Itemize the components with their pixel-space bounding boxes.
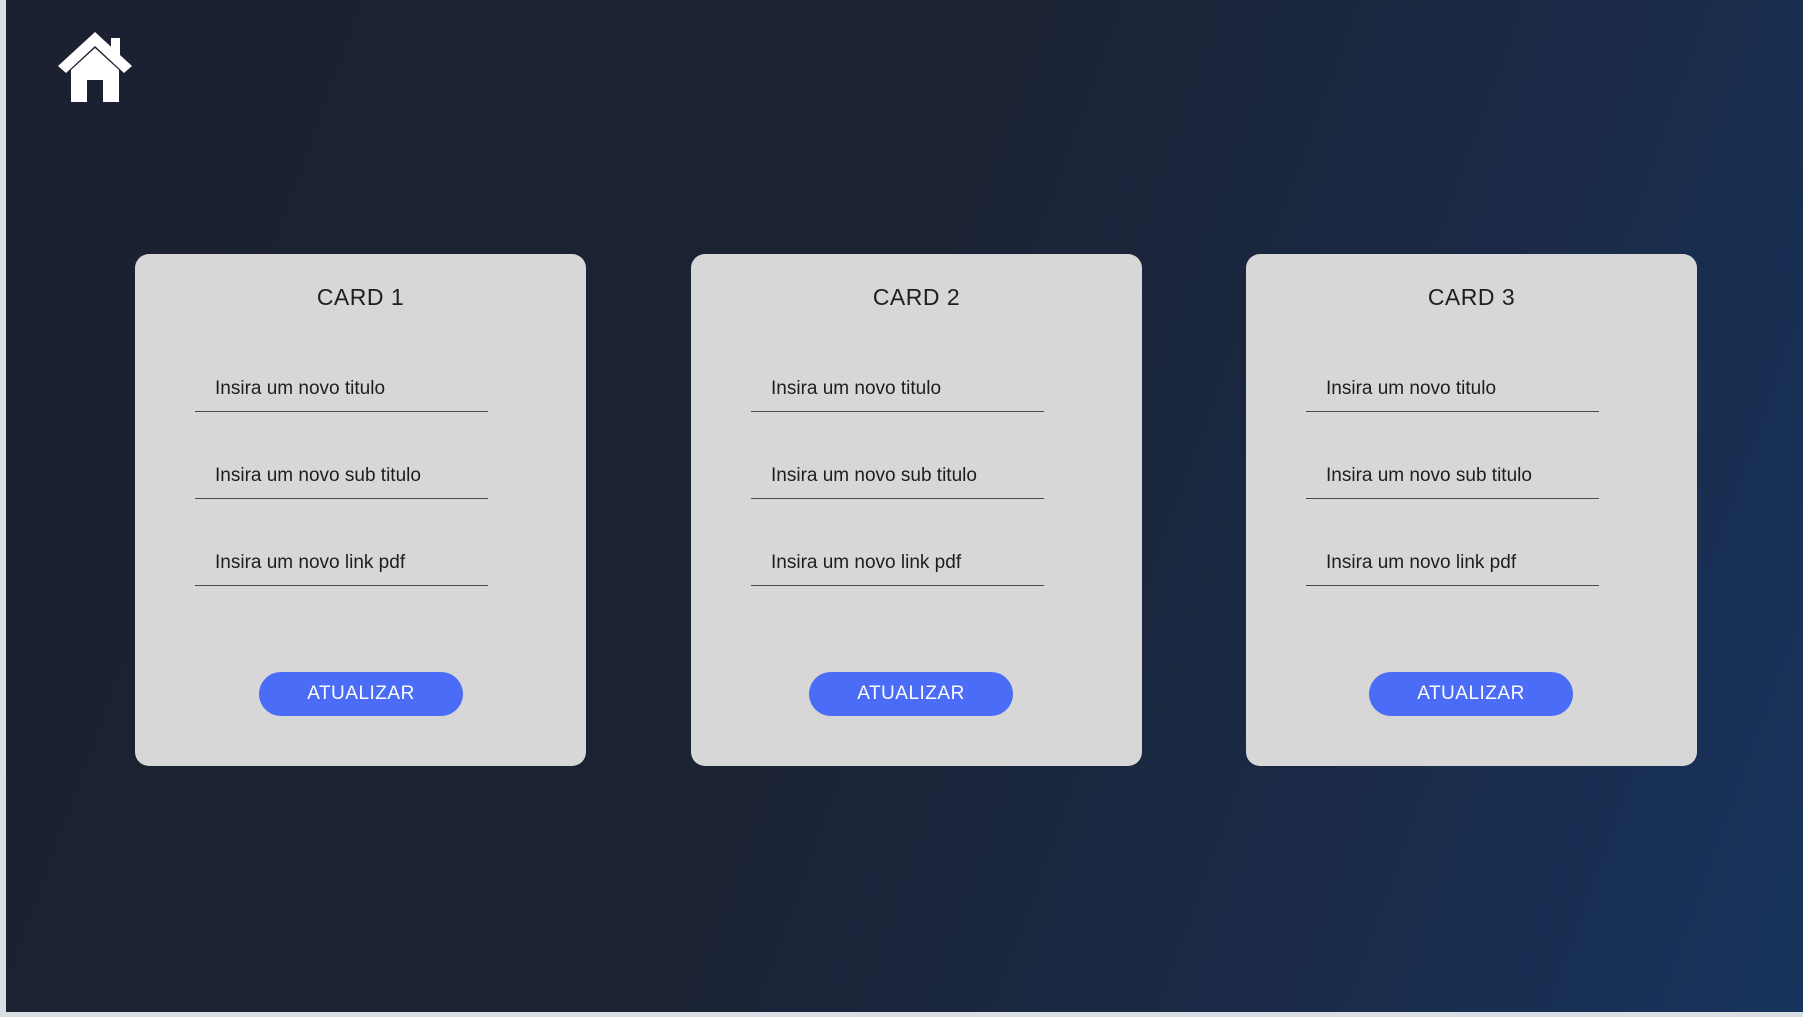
title-input[interactable] xyxy=(195,366,488,412)
home-icon[interactable] xyxy=(55,30,135,104)
card-1: CARD 1 ATUALIZAR xyxy=(135,254,586,766)
subtitle-input[interactable] xyxy=(751,453,1044,499)
update-button[interactable]: ATUALIZAR xyxy=(259,672,463,716)
update-button[interactable]: ATUALIZAR xyxy=(809,672,1013,716)
card-title: CARD 2 xyxy=(872,284,961,310)
title-input[interactable] xyxy=(751,366,1044,412)
cards-container: CARD 1 ATUALIZAR CARD 2 ATUALIZAR CARD 3… xyxy=(6,254,1803,766)
title-input[interactable] xyxy=(1306,366,1599,412)
pdf-link-input[interactable] xyxy=(1306,540,1599,586)
update-button[interactable]: ATUALIZAR xyxy=(1369,672,1573,716)
subtitle-input[interactable] xyxy=(1306,453,1599,499)
card-title: CARD 1 xyxy=(316,284,405,310)
subtitle-input[interactable] xyxy=(195,453,488,499)
card-title: CARD 3 xyxy=(1427,284,1516,310)
card-3: CARD 3 ATUALIZAR xyxy=(1246,254,1697,766)
app-screen: CARD 1 ATUALIZAR CARD 2 ATUALIZAR CARD 3… xyxy=(6,0,1803,1012)
pdf-link-input[interactable] xyxy=(751,540,1044,586)
card-2: CARD 2 ATUALIZAR xyxy=(691,254,1142,766)
pdf-link-input[interactable] xyxy=(195,540,488,586)
